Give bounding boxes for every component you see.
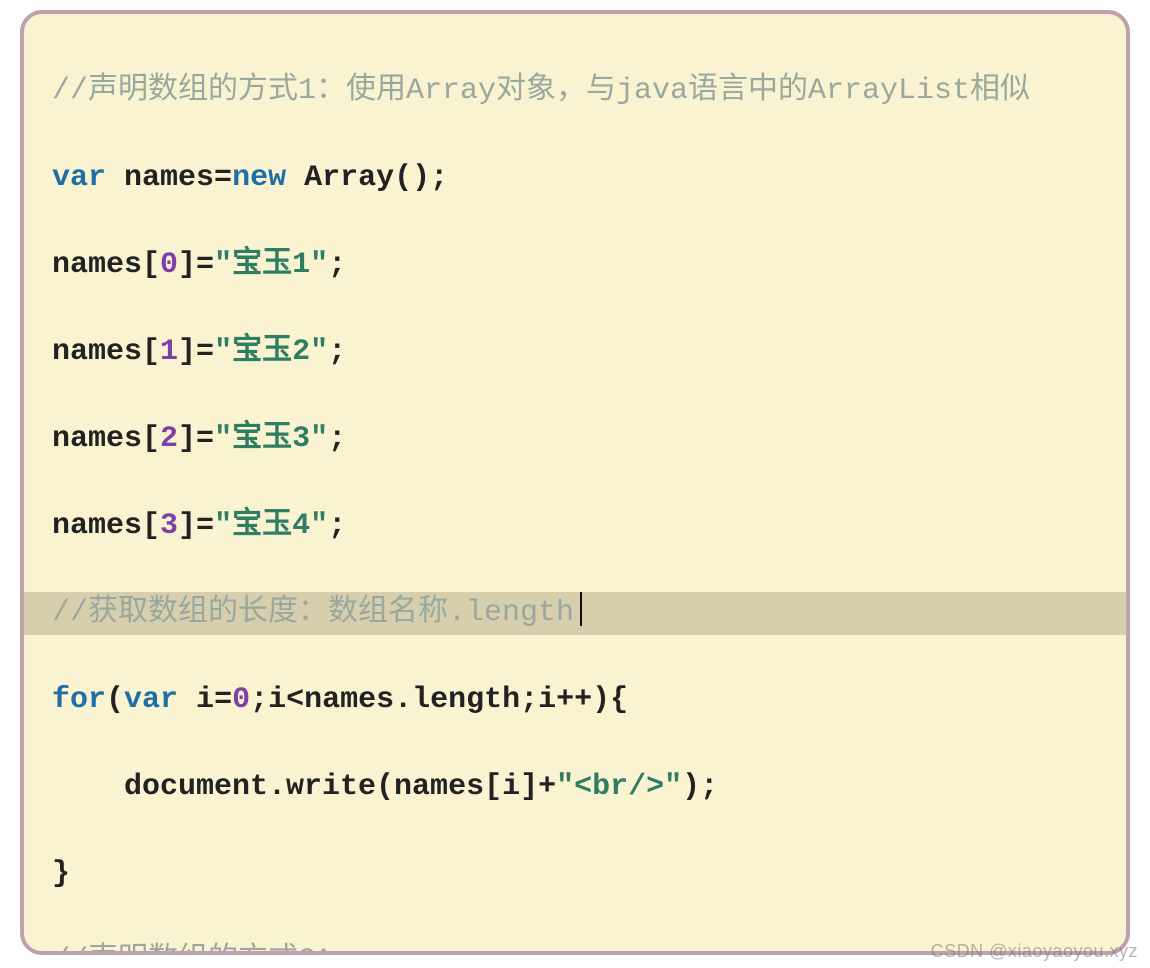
comment-text: //声明数组的方式2： (52, 944, 346, 956)
code-block: //声明数组的方式1：使用Array对象，与java语言中的ArrayList相… (24, 14, 1126, 955)
comment-text: //获取数组的长度：数组名称.length (52, 596, 574, 630)
highlighted-line: //获取数组的长度：数组名称.length (24, 592, 1126, 636)
comment-text: //声明数组的方式1：使用Array对象，与java语言中的ArrayList相… (52, 74, 1030, 108)
code-line: document.write(names[i]+"<br/>"); (24, 766, 1126, 810)
code-line: //声明数组的方式1：使用Array对象，与java语言中的ArrayList相… (24, 70, 1126, 114)
code-line: var names=new Array(); (24, 157, 1126, 201)
code-line: names[1]="宝玉2"; (24, 331, 1126, 375)
code-line: for(var i=0;i<names.length;i++){ (24, 679, 1126, 723)
code-line: names[3]="宝玉4"; (24, 505, 1126, 549)
code-line: names[0]="宝玉1"; (24, 244, 1126, 288)
watermark-text: CSDN @xiaoyaoyou.xyz (931, 941, 1138, 962)
code-editor-frame: //声明数组的方式1：使用Array对象，与java语言中的ArrayList相… (20, 10, 1130, 955)
code-line: names[2]="宝玉3"; (24, 418, 1126, 462)
code-line: } (24, 853, 1126, 897)
text-cursor (580, 592, 582, 626)
